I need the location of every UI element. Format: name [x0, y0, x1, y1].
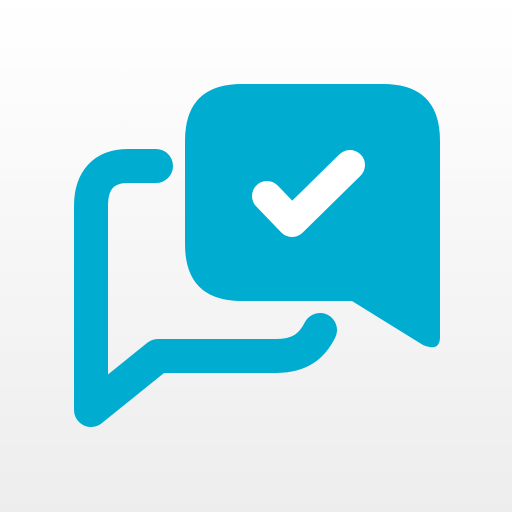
chat-bubbles-checkmark-icon	[74, 84, 440, 427]
app-icon	[0, 0, 512, 512]
